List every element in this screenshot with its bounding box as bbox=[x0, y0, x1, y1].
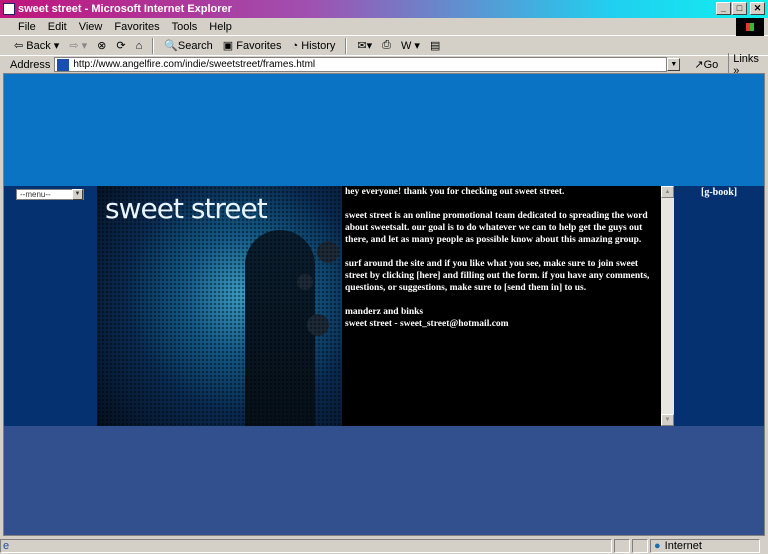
about-paragraph: sweet street is an online promotional te… bbox=[345, 211, 648, 245]
top-frame bbox=[4, 74, 764, 186]
decor-circle bbox=[297, 274, 313, 290]
history-button[interactable]: ◔ History bbox=[291, 40, 335, 52]
search-label: Search bbox=[177, 40, 213, 52]
person-silhouette bbox=[245, 230, 315, 426]
favorites-button[interactable]: ▣ Favorites bbox=[223, 39, 282, 52]
decor-circle bbox=[307, 314, 329, 336]
go-label: Go bbox=[703, 59, 719, 71]
address-input[interactable]: http://www.angelfire.com/indie/sweetstre… bbox=[54, 57, 668, 72]
status-cell bbox=[632, 538, 648, 553]
discuss-icon[interactable]: ▤ bbox=[430, 39, 440, 52]
status-cell bbox=[614, 538, 630, 553]
chevron-down-icon: ▼ bbox=[72, 189, 83, 200]
links-label: Links bbox=[733, 52, 759, 65]
status-page-icon: e bbox=[0, 538, 612, 553]
favorites-label: Favorites bbox=[236, 40, 282, 52]
page-content: --menu-- ▼ sweet street hey everyone! th… bbox=[3, 73, 765, 536]
page-icon bbox=[57, 58, 70, 71]
title-bar: sweet street - Microsoft Internet Explor… bbox=[0, 0, 768, 18]
address-dropdown[interactable]: ▼ bbox=[667, 58, 681, 71]
windows-logo-icon bbox=[736, 18, 764, 36]
address-label: Address bbox=[10, 58, 51, 71]
scroll-up-button[interactable]: ▲ bbox=[661, 186, 674, 198]
menu-edit[interactable]: Edit bbox=[48, 21, 67, 33]
divider bbox=[345, 37, 348, 54]
menu-view[interactable]: View bbox=[79, 21, 103, 33]
print-icon[interactable]: ⎙ bbox=[382, 39, 391, 52]
signature: manderz and binks bbox=[345, 307, 424, 317]
ie-app-icon bbox=[3, 3, 15, 15]
menu-help[interactable]: Help bbox=[209, 21, 232, 33]
home-icon[interactable]: ⌂ bbox=[136, 40, 143, 52]
security-zone: ● Internet bbox=[650, 538, 760, 553]
back-button[interactable]: ⇦ Back ▾ bbox=[14, 39, 59, 52]
text-frame: hey everyone! thank you for checking out… bbox=[342, 186, 661, 426]
banner-image: sweet street bbox=[97, 186, 342, 426]
mail-icon[interactable]: ✉▾ bbox=[357, 39, 372, 52]
globe-icon: ● bbox=[654, 539, 661, 552]
address-bar: Address http://www.angelfire.com/indie/s… bbox=[0, 52, 768, 77]
toolbar: ⇦ Back ▾ ⇨ ▾ ⊗ ⟳ ⌂ 🔍Search ▣ Favorites ◔… bbox=[0, 36, 768, 56]
main-frame: --menu-- ▼ sweet street hey everyone! th… bbox=[4, 186, 764, 426]
zone-label: Internet bbox=[664, 539, 702, 552]
stop-icon[interactable]: ⊗ bbox=[97, 39, 106, 52]
edit-icon[interactable]: W ▾ bbox=[401, 39, 420, 52]
menu-favorites[interactable]: Favorites bbox=[114, 21, 159, 33]
address-url: http://www.angelfire.com/indie/sweetstre… bbox=[73, 59, 316, 70]
maximize-button[interactable]: □ bbox=[732, 2, 747, 15]
status-bar: e ● Internet bbox=[0, 537, 768, 554]
divider bbox=[152, 37, 155, 54]
forward-button[interactable]: ⇨ ▾ bbox=[69, 39, 87, 52]
greeting: hey everyone! thank you for checking out… bbox=[345, 187, 565, 197]
menu-tools[interactable]: Tools bbox=[172, 21, 198, 33]
menu-file[interactable]: File bbox=[18, 21, 36, 33]
close-button[interactable]: ✕ bbox=[750, 2, 765, 15]
contact-email[interactable]: sweet street - sweet_street@hotmail.com bbox=[345, 318, 658, 330]
site-logo: sweet street bbox=[105, 192, 268, 225]
scroll-down-button[interactable]: ▼ bbox=[661, 414, 674, 426]
decor-circle bbox=[317, 241, 339, 263]
minimize-button[interactable]: _ bbox=[716, 2, 731, 15]
history-label: History bbox=[301, 39, 336, 52]
menu-select-value: --menu-- bbox=[20, 190, 51, 199]
search-button[interactable]: 🔍Search bbox=[164, 39, 213, 52]
menu-bar: File Edit View Favorites Tools Help bbox=[0, 18, 768, 36]
go-button[interactable]: ↗Go bbox=[688, 58, 724, 71]
refresh-icon[interactable]: ⟳ bbox=[116, 39, 125, 52]
join-paragraph: surf around the site and if you like wha… bbox=[345, 259, 650, 293]
menu-select[interactable]: --menu-- ▼ bbox=[16, 189, 84, 200]
window-title: sweet street - Microsoft Internet Explor… bbox=[18, 3, 232, 15]
guestbook-link[interactable]: [g-book] bbox=[701, 187, 737, 198]
vertical-scrollbar[interactable]: ▲ ▼ bbox=[661, 186, 674, 426]
back-label: Back bbox=[26, 40, 51, 52]
